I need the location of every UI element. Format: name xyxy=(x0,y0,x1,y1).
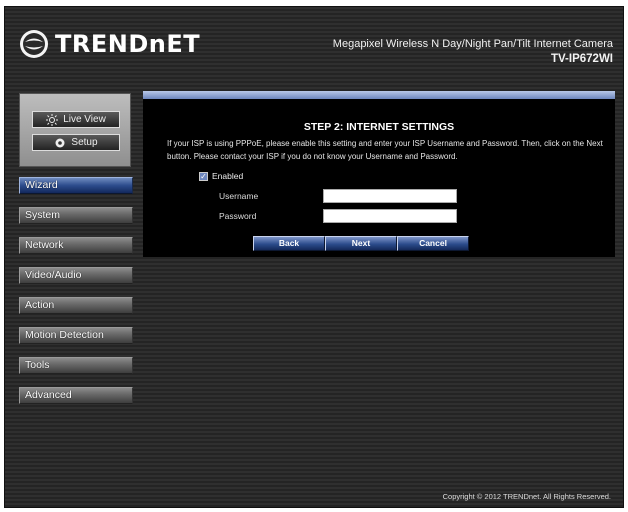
instructions-text: If your ISP is using PPPoE, please enabl… xyxy=(167,139,603,161)
setup-label: Setup xyxy=(71,137,98,148)
nav-item-video-audio[interactable]: Video/Audio xyxy=(19,267,133,284)
username-label: Username xyxy=(219,191,259,201)
back-button[interactable]: Back xyxy=(253,236,325,251)
password-input[interactable] xyxy=(323,209,457,223)
header: TRENDnET Megapixel Wireless N Day/Night … xyxy=(5,7,623,75)
product-model: TV-IP672WI xyxy=(551,53,613,65)
username-input[interactable] xyxy=(323,189,457,203)
step-title: STEP 2: INTERNET SETTINGS xyxy=(303,121,455,133)
nav-item-motion-detection[interactable]: Motion Detection xyxy=(19,327,133,344)
nav-item-wizard[interactable]: Wizard xyxy=(19,177,133,194)
gear-icon xyxy=(55,138,65,147)
trendnet-logo: TRENDnET xyxy=(19,29,200,59)
logo-text: TRENDnET xyxy=(55,30,201,58)
copyright-text: Copyright © 2012 TRENDnet. All Rights Re… xyxy=(442,492,611,501)
password-label: Password xyxy=(219,211,257,221)
nav-item-system[interactable]: System xyxy=(19,207,133,224)
enabled-checkbox[interactable]: ✓ xyxy=(199,171,208,181)
product-name: Megapixel Wireless N Day/Night Pan/Tilt … xyxy=(332,38,613,50)
product-info: Megapixel Wireless N Day/Night Pan/Tilt … xyxy=(333,37,613,67)
content-header-bar xyxy=(143,91,615,99)
setup-button[interactable]: Setup xyxy=(32,134,120,151)
sun-icon xyxy=(46,113,59,126)
trendnet-logo-icon xyxy=(20,30,48,58)
view-mode-panel: Live View Setup xyxy=(19,93,131,167)
nav-item-tools[interactable]: Tools xyxy=(19,357,133,374)
live-view-label: Live View xyxy=(63,114,106,125)
enabled-row: ✓ Enabled xyxy=(199,171,243,181)
cancel-button[interactable]: Cancel xyxy=(397,236,469,251)
wizard-buttons: Back Next Cancel xyxy=(253,236,469,251)
live-view-button[interactable]: Live View xyxy=(32,111,120,128)
nav-item-action[interactable]: Action xyxy=(19,297,133,314)
next-button[interactable]: Next xyxy=(325,236,397,251)
nav-item-advanced[interactable]: Advanced xyxy=(19,387,133,404)
wizard-panel: STEP 2: INTERNET SETTINGS If your ISP is… xyxy=(143,99,615,257)
camera-web-ui: TRENDnET Megapixel Wireless N Day/Night … xyxy=(4,6,624,508)
nav-item-network[interactable]: Network xyxy=(19,237,133,254)
enabled-label: Enabled xyxy=(212,171,244,181)
